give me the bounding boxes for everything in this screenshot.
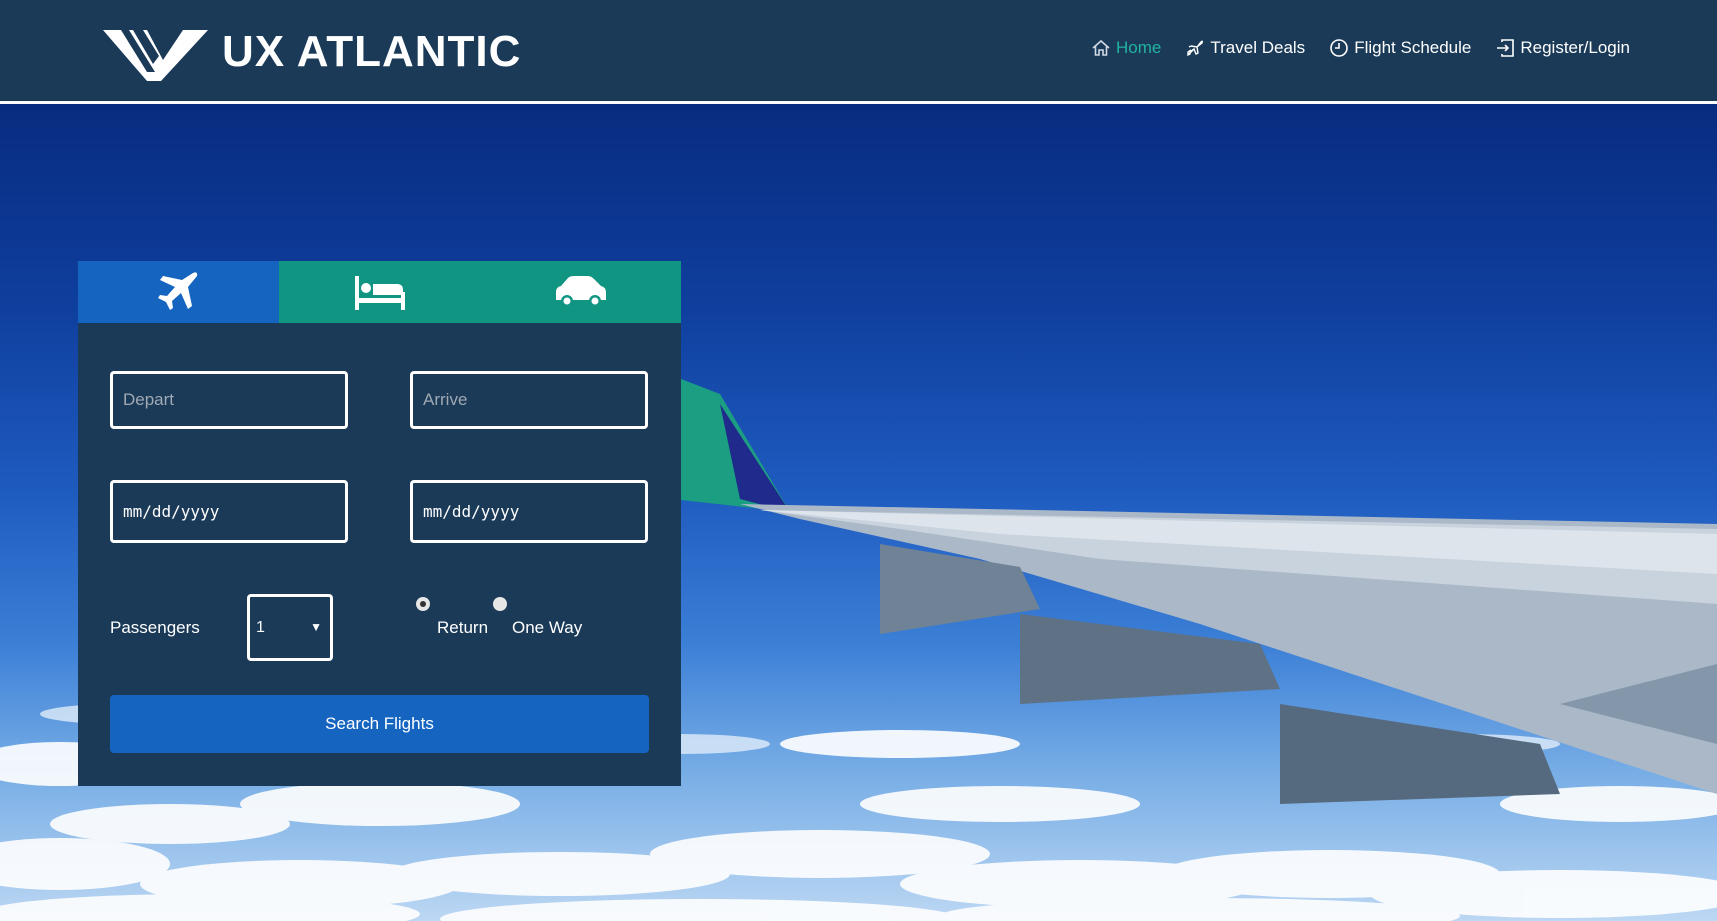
search-flights-button[interactable]: Search Flights [110,695,649,753]
bed-icon [354,276,405,310]
one-way-label: One Way [512,618,583,637]
brand-name: UX ATLANTIC [222,27,522,76]
logo-icon [103,29,208,81]
nav-flight-schedule-label: Flight Schedule [1354,38,1472,57]
home-icon [1092,39,1110,56]
tab-cars[interactable] [480,261,681,323]
return-radio[interactable] [416,597,430,611]
passengers-select[interactable]: 1 ▼ [247,594,333,661]
passengers-label: Passengers [110,618,200,637]
login-icon [1497,39,1515,57]
flight-search-panel: mm/dd/yyyy mm/dd/yyyy Passengers 1 ▼ Ret… [78,261,681,786]
tab-hotels[interactable] [279,261,480,323]
site-header: UX ATLANTIC Home Travel Deals Flight Sch… [0,0,1717,103]
one-way-radio[interactable] [493,597,507,611]
passengers-value: 1 [256,618,265,636]
hero-background: mm/dd/yyyy mm/dd/yyyy Passengers 1 ▼ Ret… [0,104,1717,921]
return-label: Return [437,618,489,637]
nav-home-label: Home [1116,38,1162,57]
depart-input[interactable] [110,371,348,429]
tab-flights[interactable] [78,261,279,323]
depart-date-input[interactable]: mm/dd/yyyy [110,480,348,543]
dropdown-arrow-icon: ▼ [310,620,322,634]
nav-travel-deals-label: Travel Deals [1210,38,1306,57]
nav-register-login[interactable]: Register/Login [1495,38,1630,58]
main-nav: Home Travel Deals Flight Schedule Regist… [1067,38,1630,58]
nav-flight-schedule[interactable]: Flight Schedule [1329,38,1471,58]
arrive-input[interactable] [410,371,648,429]
nav-travel-deals[interactable]: Travel Deals [1185,38,1305,58]
logo[interactable]: UX ATLANTIC [103,22,521,82]
car-icon [555,276,606,307]
return-date-input[interactable]: mm/dd/yyyy [410,480,648,543]
search-tabs [78,261,681,323]
nav-home[interactable]: Home [1091,38,1161,58]
nav-register-login-label: Register/Login [1520,38,1630,57]
airplane-icon [157,272,197,310]
plane-icon [1187,40,1204,57]
clock-icon [1330,39,1348,57]
